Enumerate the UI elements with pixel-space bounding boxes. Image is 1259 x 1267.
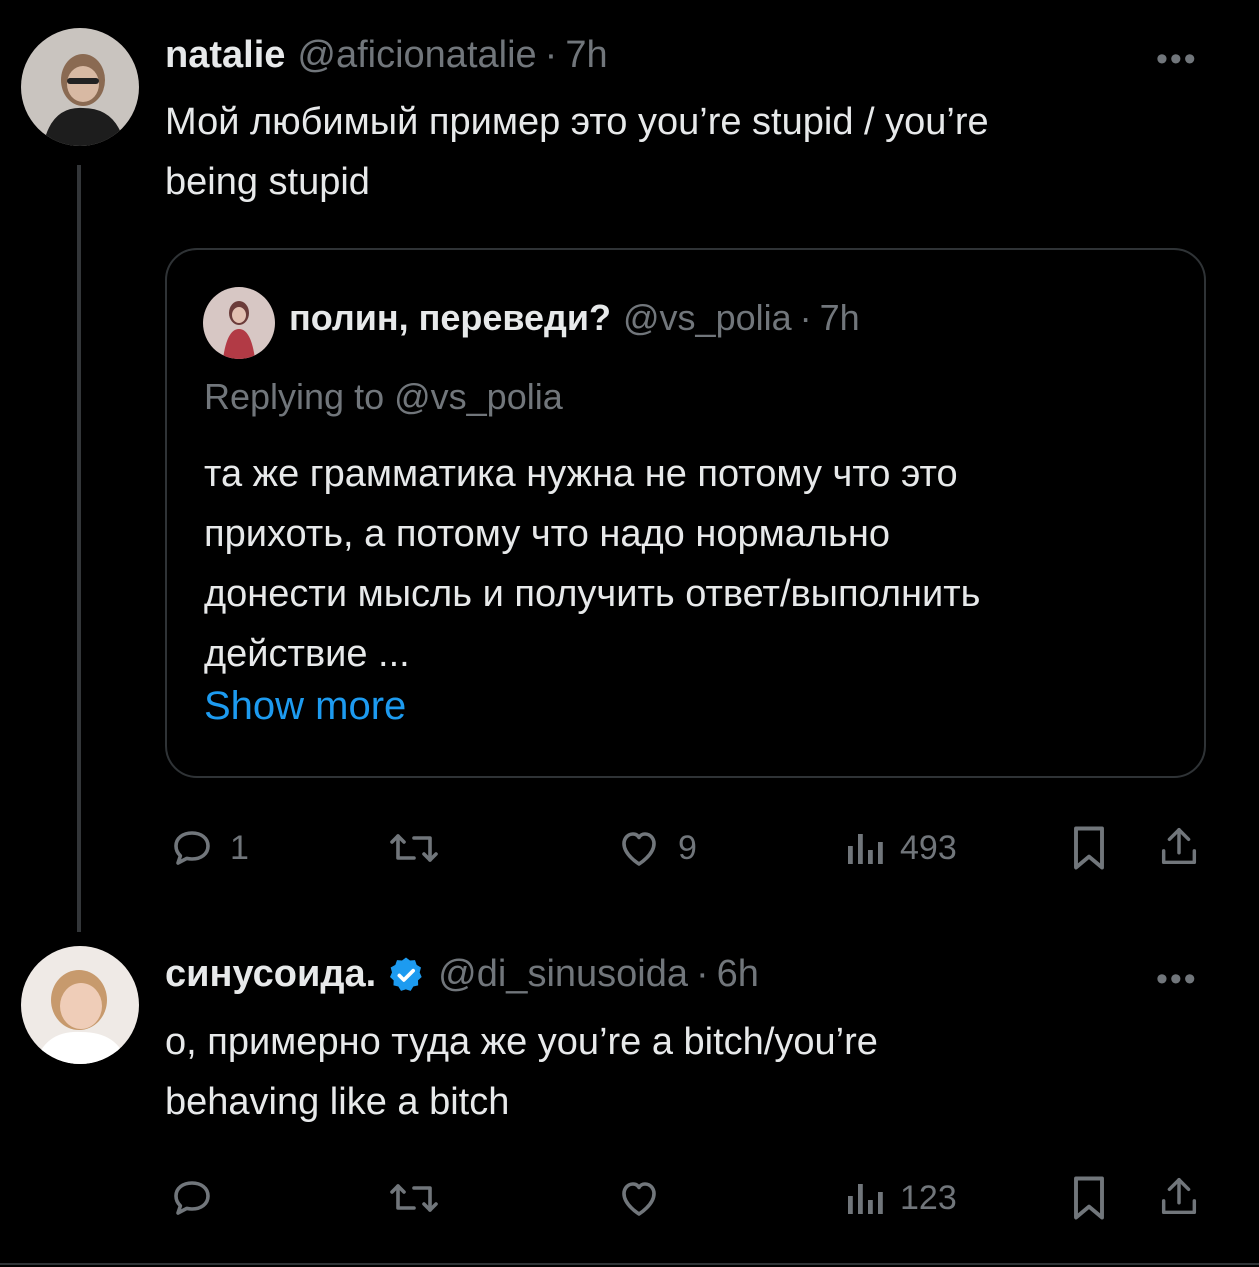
tweet1-more-icon[interactable]: ••• bbox=[1156, 40, 1198, 79]
divider bbox=[0, 1263, 1259, 1265]
tweet1-like-button[interactable]: 9 bbox=[614, 824, 697, 872]
tweet1-timestamp[interactable]: 7h bbox=[565, 34, 607, 77]
tweet2-text-line-2: behaving like a bitch bbox=[165, 1081, 510, 1123]
views-icon bbox=[848, 834, 883, 864]
avatar-polina[interactable] bbox=[203, 287, 275, 359]
tweet1-text-line-1: Мой любимый пример это you’re stupid / y… bbox=[165, 101, 989, 143]
tweet1-reply-button[interactable]: 1 bbox=[168, 824, 249, 872]
tweet2-author-name[interactable]: синусоида. bbox=[165, 953, 376, 996]
reply-icon bbox=[174, 1181, 210, 1215]
quote-separator: · bbox=[799, 297, 812, 338]
quote-text-line-4: действие ... bbox=[204, 633, 410, 675]
tweet2-views-button[interactable]: 123 bbox=[842, 1174, 957, 1222]
tweet2-bookmark-button[interactable] bbox=[1066, 1172, 1112, 1224]
bookmark-icon bbox=[1074, 826, 1104, 870]
tweet1-views-count: 493 bbox=[900, 828, 957, 867]
quote-text: та же грамматика нужна не потому что это… bbox=[204, 444, 1184, 684]
tweet1-separator: · bbox=[544, 34, 558, 76]
show-more-link[interactable]: Show more bbox=[204, 684, 406, 729]
avatar-sinusoida[interactable] bbox=[21, 946, 139, 1064]
avatar-natalie[interactable] bbox=[21, 28, 139, 146]
tweet2-retweet-button[interactable] bbox=[386, 1174, 442, 1222]
bookmark-icon bbox=[1074, 1176, 1104, 1220]
like-icon bbox=[622, 1182, 656, 1216]
tweet1-bookmark-button[interactable] bbox=[1066, 822, 1112, 874]
quote-text-line-1: та же грамматика нужна не потому что это bbox=[204, 453, 958, 495]
thread-line bbox=[77, 165, 81, 932]
tweet2-more-icon[interactable]: ••• bbox=[1156, 960, 1198, 999]
tweet2-header: синусоида. @di_sinusoida · 6h bbox=[165, 953, 759, 996]
quote-header: полин, переведи? @vs_polia · 7h bbox=[289, 297, 860, 339]
share-icon bbox=[1161, 1178, 1197, 1215]
tweet2-text: о, примерно туда же you’re a bitch/you’r… bbox=[165, 1012, 1225, 1132]
tweet1-views-button[interactable]: 493 bbox=[842, 824, 957, 872]
quote-text-line-2: прихоть, а потому что надо нормально bbox=[204, 513, 890, 555]
like-icon bbox=[622, 832, 656, 866]
tweet2-author-handle[interactable]: @di_sinusoida bbox=[438, 953, 688, 996]
retweet-icon bbox=[390, 1184, 438, 1212]
views-icon bbox=[848, 1184, 883, 1214]
tweet1-like-count: 9 bbox=[678, 828, 697, 867]
tweet2-separator: · bbox=[696, 953, 709, 995]
quote-timestamp: 7h bbox=[819, 297, 860, 338]
verified-badge-icon bbox=[386, 955, 426, 995]
tweet2-text-line-1: о, примерно туда же you’re a bitch/you’r… bbox=[165, 1021, 878, 1063]
share-icon bbox=[1161, 828, 1197, 865]
reply-icon bbox=[174, 831, 210, 865]
tweet1-author-name[interactable]: natalie bbox=[165, 34, 285, 77]
tweet2-views-count: 123 bbox=[900, 1178, 957, 1217]
tweet1-retweet-button[interactable] bbox=[386, 824, 442, 872]
tweet2-timestamp[interactable]: 6h bbox=[717, 953, 759, 996]
tweet1-author-handle[interactable]: @aficionatalie bbox=[297, 34, 536, 77]
tweet2-like-button[interactable] bbox=[614, 1174, 664, 1222]
retweet-icon bbox=[390, 834, 438, 862]
tweet1-text-line-2: being stupid bbox=[165, 161, 370, 203]
quote-author-handle[interactable]: @vs_polia bbox=[623, 297, 792, 339]
tweet2-reply-button[interactable] bbox=[168, 1174, 216, 1222]
quote-replying-to: Replying to @vs_polia bbox=[204, 376, 563, 417]
tweet1-reply-count: 1 bbox=[230, 828, 249, 867]
quote-author-name[interactable]: полин, переведи? bbox=[289, 297, 611, 339]
tweet1-text: Мой любимый пример это you’re stupid / y… bbox=[165, 92, 1225, 212]
tweet1-header: natalie @aficionatalie · 7h bbox=[165, 34, 608, 77]
quote-text-line-3: донести мысль и получить ответ/выполнить bbox=[204, 573, 981, 615]
tweet2-share-button[interactable] bbox=[1156, 1172, 1202, 1222]
tweet1-share-button[interactable] bbox=[1156, 822, 1202, 872]
